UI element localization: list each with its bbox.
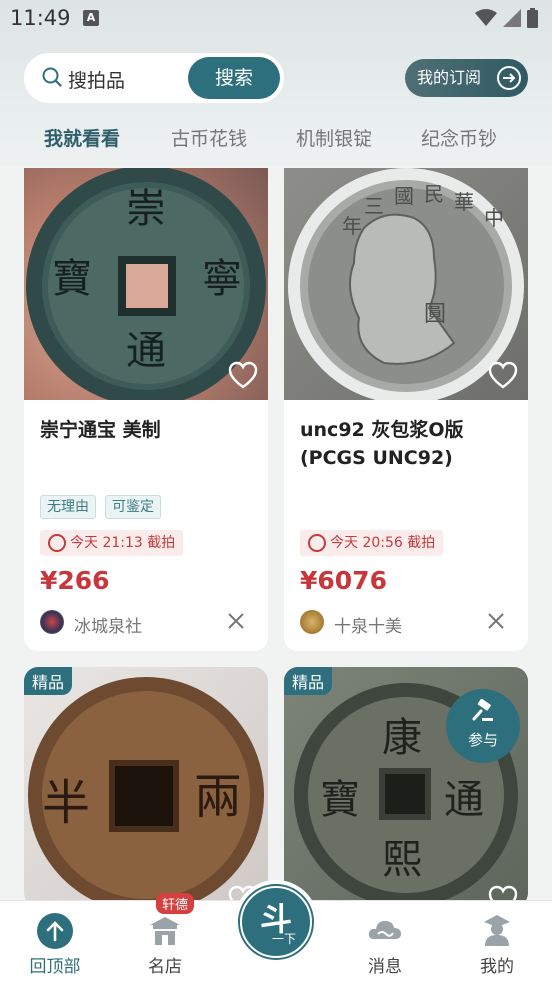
tag-appraisable: 可鉴定	[105, 495, 161, 519]
auction-card[interactable]: 中 華 民 國 三 年 圓 unc92 灰包浆O版 (PCGS UNC92) 今…	[284, 168, 528, 651]
coin-character: 中	[484, 206, 504, 230]
premium-badge: 精品	[284, 667, 333, 695]
clock-icon	[48, 534, 66, 552]
item-image[interactable]: 半 兩	[24, 667, 268, 907]
coin-character: 通	[126, 328, 166, 374]
yixia-text: 一下	[272, 932, 297, 946]
item-image[interactable]: 中 華 民 國 三 年 圓	[284, 168, 528, 400]
coin-character: 年	[342, 214, 362, 238]
cloud-icon	[368, 921, 401, 939]
auction-card[interactable]: 崇 寧 通 寶 崇宁通宝 美制 无理由 可鉴定 今天 21:13 截拍 ¥266…	[24, 168, 268, 651]
signal-icon	[503, 9, 521, 27]
item-title[interactable]: unc92 灰包浆O版 (PCGS UNC92)	[300, 416, 514, 472]
nav-mine[interactable]: 我的	[442, 901, 552, 983]
tab-commemorative[interactable]: 纪念币钞	[421, 124, 497, 151]
nav-label: 消息	[368, 957, 402, 977]
notification-icon: A	[83, 10, 99, 26]
nav-label: 回顶部	[29, 957, 81, 977]
gavel-icon	[472, 699, 493, 721]
seller-avatar[interactable]	[300, 610, 324, 634]
deadline-badge: 今天 20:56 截拍	[300, 530, 444, 556]
heart-icon[interactable]	[228, 361, 258, 389]
dou-yi-xia-inner: 斗 一下	[240, 886, 312, 958]
nav-back-to-top[interactable]: 回顶部	[0, 901, 110, 983]
participate-label: 参与	[467, 731, 498, 749]
nav-label: 我的	[480, 957, 514, 977]
deadline-badge: 今天 21:13 截拍	[40, 530, 184, 556]
tag-no-reason-return: 无理由	[40, 495, 96, 519]
coin-character: 華	[454, 190, 474, 214]
heart-icon[interactable]	[488, 361, 518, 389]
nav-messages[interactable]: 消息	[330, 901, 440, 983]
tab-machine-silver[interactable]: 机制银锭	[296, 124, 372, 151]
person-icon	[484, 915, 510, 946]
coin-character: 熙	[382, 837, 422, 883]
status-bar: 11:49 A	[0, 0, 552, 38]
auction-card[interactable]: 半 兩 精品	[24, 667, 268, 907]
coin-character: 圓	[424, 302, 447, 327]
premium-badge: 精品	[24, 667, 73, 695]
auction-card[interactable]: 康 通 熙 寶 精品 参与	[284, 667, 528, 907]
coin-character: 崇	[126, 186, 166, 232]
search-button[interactable]: 搜索	[188, 57, 280, 99]
seller-name[interactable]: 冰城泉社	[74, 612, 142, 637]
clock-icon	[308, 534, 326, 552]
nav-famous-shops[interactable]: 轩德 名店	[110, 893, 220, 983]
nav-label: 名店	[148, 957, 182, 977]
coin-character: 三	[364, 194, 384, 218]
item-title[interactable]: 崇宁通宝 美制	[40, 416, 254, 444]
arrow-right-icon	[497, 66, 521, 90]
tab-just-looking[interactable]: 我就看看	[44, 124, 120, 151]
category-tabs: 我就看看 古币花钱 机制银锭 纪念币钞	[0, 118, 552, 158]
dou-yi-xia-button[interactable]: 斗 一下	[234, 880, 318, 964]
deadline-text: 今天 21:13 截拍	[70, 535, 176, 551]
wifi-icon	[475, 9, 497, 26]
shop-icon	[150, 917, 180, 945]
close-icon[interactable]	[486, 611, 506, 631]
search-input[interactable]: 搜拍品	[68, 66, 125, 93]
seller-name[interactable]: 十泉十美	[334, 612, 402, 637]
participate-button[interactable]: 参与	[446, 689, 520, 763]
tab-ancient-coins[interactable]: 古币花钱	[171, 124, 247, 151]
price: ¥266	[40, 566, 110, 595]
price: ¥6076	[300, 566, 387, 595]
coin-character: 兩	[194, 769, 243, 825]
coin-character: 寶	[320, 777, 360, 823]
coin-character: 寧	[202, 256, 242, 302]
seller-avatar[interactable]	[40, 610, 64, 634]
status-icons	[475, 8, 538, 28]
coin-character: 民	[424, 182, 444, 206]
shop-badge: 轩德	[156, 893, 195, 914]
search-icon	[42, 67, 62, 87]
search-bar[interactable]: 搜拍品 搜索	[24, 53, 284, 103]
item-image[interactable]: 崇 寧 通 寶	[24, 168, 268, 400]
up-arrow-icon	[37, 913, 73, 949]
deadline-text: 今天 20:56 截拍	[330, 535, 436, 551]
my-subscription-button[interactable]: 我的订阅	[405, 59, 528, 97]
battery-icon	[527, 8, 538, 28]
coin-character: 通	[444, 777, 484, 823]
subscribe-label: 我的订阅	[417, 68, 482, 87]
coin-character: 國	[394, 184, 414, 208]
coin-character: 康	[382, 715, 422, 761]
status-time: 11:49	[10, 6, 71, 30]
coin-character: 寶	[52, 256, 92, 302]
coin-character: 半	[42, 775, 91, 831]
close-icon[interactable]	[226, 611, 246, 631]
